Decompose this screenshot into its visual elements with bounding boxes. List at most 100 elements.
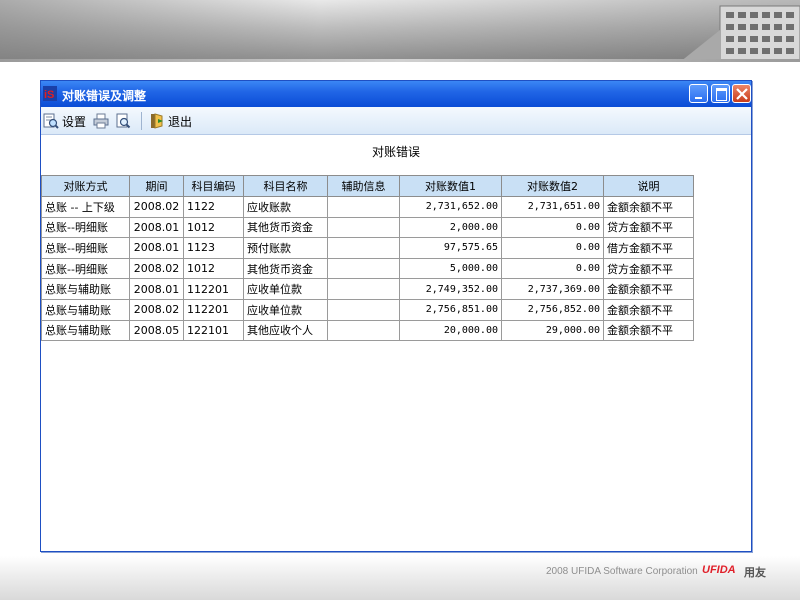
column-header[interactable]: 说明 bbox=[603, 175, 694, 197]
cell-code[interactable]: 1122 bbox=[183, 196, 244, 218]
footer-copyright: 2008 UFIDA Software Corporation bbox=[546, 566, 698, 577]
cell-name[interactable]: 应收账款 bbox=[243, 196, 328, 218]
cell-value1[interactable]: 97,575.65 bbox=[399, 237, 502, 259]
close-button[interactable] bbox=[732, 84, 751, 103]
column-header[interactable]: 对账数值2 bbox=[501, 175, 604, 197]
cell-aux[interactable] bbox=[327, 237, 400, 259]
cell-period[interactable]: 2008.01 bbox=[129, 237, 184, 259]
cell-note[interactable]: 金额余额不平 bbox=[603, 319, 694, 342]
minimize-button[interactable] bbox=[689, 84, 708, 103]
print-icon bbox=[93, 113, 109, 129]
app-logo-icon: iS bbox=[43, 86, 57, 101]
cell-value1[interactable]: 5,000.00 bbox=[399, 257, 502, 280]
cell-name[interactable]: 其他应收个人 bbox=[243, 319, 328, 342]
column-header[interactable]: 对账数值1 bbox=[399, 175, 502, 197]
reconciliation-window: iS 对账错误及调整 设置 退出 对账错误 对账方式 期间 科目编码 科目名称 … bbox=[40, 80, 752, 552]
cell-value2[interactable]: 0.00 bbox=[501, 237, 604, 259]
cell-method[interactable]: 总账与辅助账 bbox=[41, 319, 130, 342]
cell-period[interactable]: 2008.01 bbox=[129, 216, 184, 239]
table-row[interactable]: 总账与辅助账 2008.05 122101 其他应收个人 20,000.00 2… bbox=[41, 319, 694, 342]
toolbar: 设置 退出 bbox=[41, 107, 751, 135]
exit-button[interactable]: 退出 bbox=[149, 112, 192, 130]
close-icon bbox=[736, 88, 748, 100]
exit-label: 退出 bbox=[168, 114, 193, 129]
slide-footer bbox=[0, 556, 800, 600]
column-header[interactable]: 期间 bbox=[129, 175, 184, 197]
cell-note[interactable]: 借方金额不平 bbox=[603, 237, 694, 259]
cell-code[interactable]: 122101 bbox=[183, 319, 244, 342]
cell-period[interactable]: 2008.02 bbox=[129, 196, 184, 218]
cell-value2[interactable]: 0.00 bbox=[501, 257, 604, 280]
table-row[interactable]: 总账--明细账 2008.02 1012 其他货币资金 5,000.00 0.0… bbox=[41, 257, 694, 280]
footer-brand-logo: UFIDA bbox=[702, 564, 736, 576]
cell-period[interactable]: 2008.01 bbox=[129, 278, 184, 300]
print-preview-button[interactable] bbox=[115, 112, 131, 130]
cell-code[interactable]: 112201 bbox=[183, 278, 244, 300]
title-bar[interactable]: iS 对账错误及调整 bbox=[41, 81, 751, 107]
table-row[interactable]: 总账--明细账 2008.01 1123 预付账款 97,575.65 0.00… bbox=[41, 237, 694, 259]
cell-value2[interactable]: 0.00 bbox=[501, 216, 604, 239]
cell-note[interactable]: 贷方金额不平 bbox=[603, 257, 694, 280]
cell-code[interactable]: 1012 bbox=[183, 257, 244, 280]
footer-brand-chinese: 用友 bbox=[744, 566, 766, 579]
table-header-row: 对账方式 期间 科目编码 科目名称 辅助信息 对账数值1 对账数值2 说明 bbox=[41, 175, 694, 197]
window-title: 对账错误及调整 bbox=[62, 89, 147, 103]
error-table: 对账方式 期间 科目编码 科目名称 辅助信息 对账数值1 对账数值2 说明 总账… bbox=[41, 175, 694, 342]
cell-method[interactable]: 总账与辅助账 bbox=[41, 298, 130, 321]
cell-method[interactable]: 总账--明细账 bbox=[41, 216, 130, 239]
cell-name[interactable]: 其他货币资金 bbox=[243, 216, 328, 239]
settings-button[interactable]: 设置 bbox=[43, 112, 86, 130]
svg-text:iS: iS bbox=[44, 89, 54, 101]
cell-name[interactable]: 应收单位款 bbox=[243, 298, 328, 321]
cell-method[interactable]: 总账--明细账 bbox=[41, 257, 130, 280]
cell-name[interactable]: 预付账款 bbox=[243, 237, 328, 259]
report-title: 对账错误 bbox=[371, 145, 420, 159]
column-header[interactable]: 科目编码 bbox=[183, 175, 244, 197]
table-row[interactable]: 总账 -- 上下级 2008.02 1122 应收账款 2,731,652.00… bbox=[41, 196, 694, 218]
maximize-button[interactable] bbox=[711, 84, 730, 103]
cell-code[interactable]: 1123 bbox=[183, 237, 244, 259]
cell-value1[interactable]: 2,756,851.00 bbox=[399, 298, 502, 321]
cell-aux[interactable] bbox=[327, 216, 400, 239]
cell-note[interactable]: 金额余额不平 bbox=[603, 278, 694, 300]
cell-method[interactable]: 总账与辅助账 bbox=[41, 278, 130, 300]
cell-aux[interactable] bbox=[327, 319, 400, 342]
table-row[interactable]: 总账与辅助账 2008.02 112201 应收单位款 2,756,851.00… bbox=[41, 298, 694, 321]
cell-value2[interactable]: 2,737,369.00 bbox=[501, 278, 604, 300]
cell-value2[interactable]: 2,756,852.00 bbox=[501, 298, 604, 321]
cell-aux[interactable] bbox=[327, 196, 400, 218]
slide-header-banner bbox=[0, 0, 800, 62]
cell-value1[interactable]: 2,749,352.00 bbox=[399, 278, 502, 300]
table-row[interactable]: 总账与辅助账 2008.01 112201 应收单位款 2,749,352.00… bbox=[41, 278, 694, 300]
settings-icon bbox=[43, 113, 59, 129]
cell-note[interactable]: 金额余额不平 bbox=[603, 196, 694, 218]
cell-note[interactable]: 金额余额不平 bbox=[603, 298, 694, 321]
building-image bbox=[680, 5, 800, 62]
column-header[interactable]: 辅助信息 bbox=[327, 175, 400, 197]
table-row[interactable]: 总账--明细账 2008.01 1012 其他货币资金 2,000.00 0.0… bbox=[41, 216, 694, 239]
cell-aux[interactable] bbox=[327, 278, 400, 300]
cell-value1[interactable]: 20,000.00 bbox=[399, 319, 502, 342]
cell-note[interactable]: 贷方金额不平 bbox=[603, 216, 694, 239]
cell-method[interactable]: 总账--明细账 bbox=[41, 237, 130, 259]
cell-aux[interactable] bbox=[327, 257, 400, 280]
toolbar-separator bbox=[141, 112, 142, 130]
cell-period[interactable]: 2008.05 bbox=[129, 319, 184, 342]
column-header[interactable]: 对账方式 bbox=[41, 175, 130, 197]
cell-value2[interactable]: 29,000.00 bbox=[501, 319, 604, 342]
column-header[interactable]: 科目名称 bbox=[243, 175, 328, 197]
print-button[interactable] bbox=[93, 112, 109, 130]
cell-code[interactable]: 112201 bbox=[183, 298, 244, 321]
cell-name[interactable]: 应收单位款 bbox=[243, 278, 328, 300]
cell-value2[interactable]: 2,731,651.00 bbox=[501, 196, 604, 218]
cell-method[interactable]: 总账 -- 上下级 bbox=[41, 196, 130, 218]
cell-value1[interactable]: 2,000.00 bbox=[399, 216, 502, 239]
settings-label: 设置 bbox=[62, 114, 87, 129]
cell-value1[interactable]: 2,731,652.00 bbox=[399, 196, 502, 218]
cell-code[interactable]: 1012 bbox=[183, 216, 244, 239]
cell-period[interactable]: 2008.02 bbox=[129, 257, 184, 280]
cell-period[interactable]: 2008.02 bbox=[129, 298, 184, 321]
cell-name[interactable]: 其他货币资金 bbox=[243, 257, 328, 280]
cell-aux[interactable] bbox=[327, 298, 400, 321]
reconciliation-grid: 对账方式 期间 科目编码 科目名称 辅助信息 对账数值1 对账数值2 说明 总账… bbox=[41, 175, 751, 551]
